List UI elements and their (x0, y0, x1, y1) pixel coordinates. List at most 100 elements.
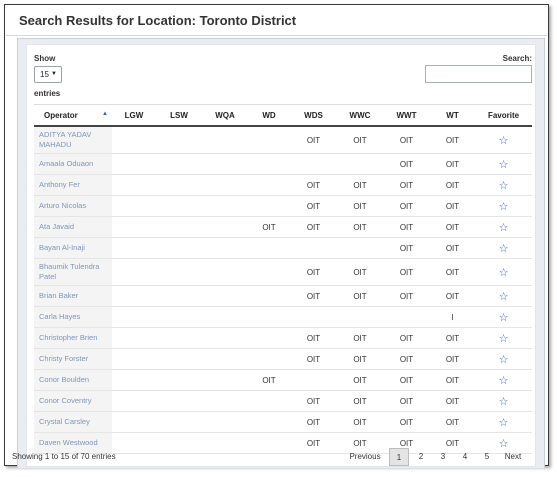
cert-cell-wd (248, 195, 290, 217)
star-outline-icon[interactable]: ☆ (499, 135, 509, 147)
table-row: Conor Boulden OIT OIT OIT OIT ☆ (34, 369, 532, 391)
cert-cell-wwc (337, 153, 383, 175)
operator-link[interactable]: ADITYA YADAV MAHADU (34, 126, 112, 154)
cert-cell-lgw (112, 411, 156, 433)
cert-cell-wds: OIT (290, 411, 337, 433)
star-outline-icon[interactable]: ☆ (499, 396, 509, 408)
cert-cell-wd (248, 411, 290, 433)
table-row: Brian Baker OIT OIT OIT OIT ☆ (34, 285, 532, 307)
search-input[interactable] (425, 65, 532, 83)
star-outline-icon[interactable]: ☆ (499, 201, 509, 213)
operator-link[interactable]: Daven Westwood (34, 432, 112, 454)
operator-link[interactable]: Ata Javaid (34, 216, 112, 238)
cert-cell-lgw (112, 153, 156, 175)
pagination-page[interactable]: 4 (455, 448, 475, 466)
operator-link[interactable]: Anthony Fer (34, 174, 112, 196)
column-header-wds[interactable]: WDS (290, 104, 337, 127)
operator-link[interactable]: Amaala Oduaon (34, 153, 112, 175)
cert-cell-lsw (156, 153, 202, 175)
pagination-page[interactable]: 5 (477, 448, 497, 466)
table-body: ADITYA YADAV MAHADU OIT OIT OIT OIT ☆ Amaala O… (34, 126, 532, 454)
favorite-cell: ☆ (475, 126, 532, 154)
star-outline-icon[interactable]: ☆ (499, 375, 509, 387)
column-header-wwc[interactable]: WWC (337, 104, 383, 127)
pagination-previous[interactable]: Previous (344, 448, 386, 466)
favorite-cell: ☆ (475, 258, 532, 286)
operator-link[interactable]: Crystal Carsley (34, 411, 112, 433)
operator-link[interactable]: Arturo Nicolas (34, 195, 112, 217)
cert-cell-lsw (156, 258, 202, 286)
column-header-wd[interactable]: WD (248, 104, 290, 127)
cert-cell-wwt: OIT (383, 369, 430, 391)
cert-cell-wt: OIT (430, 348, 475, 370)
cert-cell-wwt: OIT (383, 285, 430, 307)
star-outline-icon[interactable]: ☆ (499, 291, 509, 303)
favorite-cell: ☆ (475, 237, 532, 259)
column-header-wqa[interactable]: WQA (202, 104, 248, 127)
cert-cell-wds: OIT (290, 285, 337, 307)
operator-link[interactable]: Christopher Brien (34, 327, 112, 349)
show-label: Show (34, 54, 56, 63)
table-row: Christopher Brien OIT OIT OIT OIT ☆ (34, 327, 532, 349)
pagination-page[interactable]: 1 (389, 448, 409, 466)
column-header-lgw[interactable]: LGW (112, 104, 156, 127)
table-row: Crystal Carsley OIT OIT OIT OIT ☆ (34, 411, 532, 433)
cert-cell-wd (248, 432, 290, 454)
sort-ascending-icon: ▲ (102, 111, 108, 117)
operator-link[interactable]: Bayan Al-Inaji (34, 237, 112, 259)
cert-cell-wt: OIT (430, 390, 475, 412)
cert-cell-wd (248, 285, 290, 307)
cert-cell-lsw (156, 216, 202, 238)
cert-cell-lsw (156, 285, 202, 307)
star-outline-icon[interactable]: ☆ (499, 159, 509, 171)
cert-cell-wds: OIT (290, 174, 337, 196)
favorite-cell: ☆ (475, 174, 532, 196)
table-row: Anthony Fer OIT OIT OIT OIT ☆ (34, 174, 532, 196)
pagination-next[interactable]: Next (499, 448, 527, 466)
column-header-wwt[interactable]: WWT (383, 104, 430, 127)
cert-cell-wt: OIT (430, 195, 475, 217)
operator-link[interactable]: Christy Forster (34, 348, 112, 370)
cert-cell-lgw (112, 174, 156, 196)
cert-cell-wd: OIT (248, 216, 290, 238)
star-outline-icon[interactable]: ☆ (499, 222, 509, 234)
table-row: Bhaumik Tulendra Patel OIT OIT OIT OIT ☆ (34, 258, 532, 286)
pagination-page[interactable]: 3 (433, 448, 453, 466)
column-header-operator[interactable]: Operator ▲ (34, 104, 112, 127)
operator-link[interactable]: Brian Baker (34, 285, 112, 307)
star-outline-icon[interactable]: ☆ (499, 417, 509, 429)
cert-cell-lgw (112, 237, 156, 259)
cert-cell-wqa (202, 195, 248, 217)
operator-link[interactable]: Carla Hayes (34, 306, 112, 328)
cert-cell-wqa (202, 258, 248, 286)
cert-cell-wds (290, 369, 337, 391)
cert-cell-wqa (202, 174, 248, 196)
favorite-cell: ☆ (475, 348, 532, 370)
cert-cell-wd (248, 126, 290, 154)
star-outline-icon[interactable]: ☆ (499, 354, 509, 366)
table-row: Carla Hayes I ☆ (34, 306, 532, 328)
column-header-lsw[interactable]: LSW (156, 104, 202, 127)
star-outline-icon[interactable]: ☆ (499, 333, 509, 345)
operator-link[interactable]: Conor Coventry (34, 390, 112, 412)
cert-cell-wqa (202, 369, 248, 391)
cert-cell-wt: OIT (430, 411, 475, 433)
star-outline-icon[interactable]: ☆ (499, 180, 509, 192)
cert-cell-wd (248, 153, 290, 175)
column-header-favorite[interactable]: Favorite (475, 104, 532, 127)
page-length-select[interactable]: 15 ▼ (34, 66, 62, 83)
column-header-wt[interactable]: WT (430, 104, 475, 127)
star-outline-icon[interactable]: ☆ (499, 312, 509, 324)
operator-link[interactable]: Conor Boulden (34, 369, 112, 391)
cert-cell-lsw (156, 195, 202, 217)
cert-cell-lgw (112, 285, 156, 307)
cert-cell-wqa (202, 390, 248, 412)
cert-cell-lgw (112, 327, 156, 349)
star-outline-icon[interactable]: ☆ (499, 243, 509, 255)
cert-cell-wwc (337, 306, 383, 328)
cert-cell-lsw (156, 306, 202, 328)
star-outline-icon[interactable]: ☆ (499, 267, 509, 279)
operator-link[interactable]: Bhaumik Tulendra Patel (34, 258, 112, 286)
pagination-page[interactable]: 2 (411, 448, 431, 466)
cert-cell-wwc: OIT (337, 327, 383, 349)
